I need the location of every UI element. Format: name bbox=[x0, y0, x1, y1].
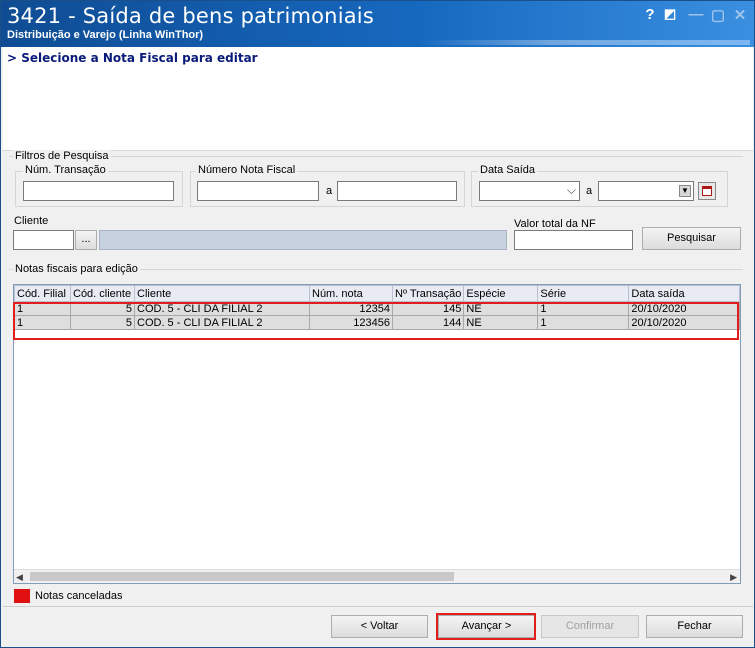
footer-divider bbox=[3, 606, 753, 607]
help-icon[interactable]: ? bbox=[641, 6, 659, 23]
calendar-icon[interactable] bbox=[698, 182, 716, 200]
num-transacao-input[interactable] bbox=[23, 181, 174, 201]
close-icon[interactable]: ✕ bbox=[731, 6, 749, 24]
cliente-lookup-button[interactable]: ... bbox=[75, 230, 97, 250]
rows-highlight bbox=[13, 302, 739, 340]
grid-header-row: Cód. Filial Cód. cliente Cliente Núm. no… bbox=[14, 285, 740, 302]
window-subtitle: Distribuição e Varejo (Linha WinThor) bbox=[7, 29, 204, 41]
col-num-nota[interactable]: Núm. nota bbox=[309, 285, 393, 302]
cliente-name-field bbox=[99, 230, 507, 250]
data-saida-label: Data Saída bbox=[478, 164, 538, 176]
scrollbar-thumb[interactable] bbox=[30, 572, 454, 581]
valor-total-label: Valor total da NF bbox=[514, 218, 596, 230]
col-cod-cliente[interactable]: Cód. cliente bbox=[70, 285, 135, 302]
step-title: > Selecione a Nota Fiscal para editar bbox=[7, 51, 258, 65]
pesquisar-button[interactable]: Pesquisar bbox=[642, 227, 741, 250]
cliente-label: Cliente bbox=[14, 215, 49, 227]
window-title: 3421 - Saída de bens patrimoniais bbox=[7, 4, 374, 28]
col-cliente[interactable]: Cliente bbox=[134, 285, 310, 302]
grid-group-label: Notas fiscais para edição bbox=[13, 263, 140, 275]
numero-nf-separator: a bbox=[326, 185, 333, 197]
voltar-button[interactable]: < Voltar bbox=[331, 615, 428, 638]
valor-total-input[interactable] bbox=[514, 230, 633, 250]
data-saida-separator: a bbox=[586, 185, 593, 197]
chevron-down-icon[interactable]: ⌵ bbox=[567, 183, 576, 198]
maximize-icon[interactable]: ▢ bbox=[709, 6, 727, 24]
fechar-button[interactable]: Fechar bbox=[646, 615, 743, 638]
scroll-left-icon[interactable]: ◀ bbox=[16, 572, 23, 583]
num-transacao-label: Núm. Transação bbox=[23, 164, 108, 176]
col-cod-filial[interactable]: Cód. Filial bbox=[14, 285, 71, 302]
filters-group-label: Filtros de Pesquisa bbox=[13, 150, 111, 162]
scroll-right-icon[interactable]: ▶ bbox=[730, 572, 737, 583]
data-saida-from-input[interactable]: ⌵ bbox=[479, 181, 580, 201]
canceled-legend-label: Notas canceladas bbox=[35, 590, 123, 602]
filters-divider bbox=[9, 156, 743, 157]
data-saida-to-input[interactable]: ▼ bbox=[598, 181, 694, 201]
minimize-icon[interactable]: — bbox=[687, 6, 705, 23]
col-num-transacao[interactable]: Nº Transação bbox=[391, 285, 465, 302]
confirmar-button[interactable]: Confirmar bbox=[541, 615, 639, 638]
title-bar: 3421 - Saída de bens patrimoniais Distri… bbox=[1, 1, 754, 47]
step-header: > Selecione a Nota Fiscal para editar bbox=[3, 47, 753, 151]
col-especie[interactable]: Espécie bbox=[463, 285, 539, 302]
restore-layout-icon[interactable]: ◩ bbox=[661, 6, 679, 22]
col-data-saida[interactable]: Data saída bbox=[628, 285, 740, 302]
cliente-code-input[interactable] bbox=[13, 230, 74, 250]
col-serie[interactable]: Série bbox=[537, 285, 630, 302]
numero-nf-to-input[interactable] bbox=[337, 181, 457, 201]
application-window: 3421 - Saída de bens patrimoniais Distri… bbox=[0, 0, 755, 648]
numero-nf-label: Número Nota Fiscal bbox=[196, 164, 298, 176]
dropdown-arrow-icon[interactable]: ▼ bbox=[679, 185, 691, 197]
numero-nf-from-input[interactable] bbox=[197, 181, 319, 201]
title-decoration bbox=[420, 40, 750, 45]
canceled-swatch bbox=[14, 589, 30, 603]
horizontal-scrollbar[interactable]: ◀ ▶ bbox=[14, 569, 740, 583]
avancar-highlight bbox=[436, 613, 536, 640]
